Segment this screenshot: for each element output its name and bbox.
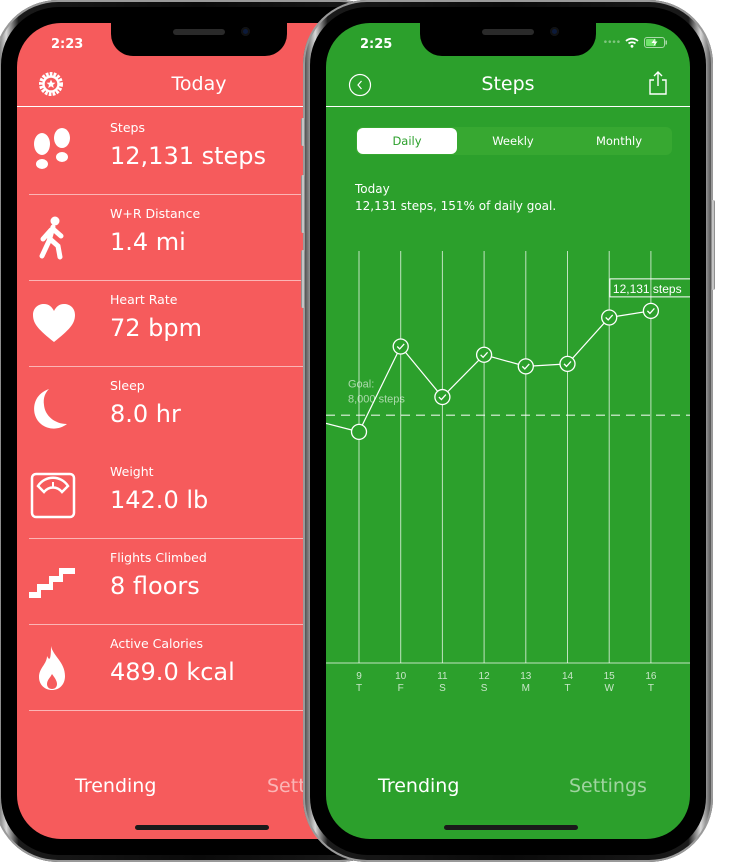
steps-screen: 2:25 •••• Steps Daily Weekly Monthly Tod… — [326, 23, 690, 839]
home-indicator[interactable] — [135, 825, 269, 830]
moon-icon — [34, 389, 67, 429]
data-point[interactable] — [601, 309, 618, 326]
power-button — [711, 200, 715, 290]
summary: Today 12,131 steps, 151% of daily goal. — [355, 181, 556, 215]
battery-charging-icon — [644, 37, 667, 48]
x-tick-label: 15 — [604, 671, 616, 682]
steps-chart[interactable]: Goal: 8,000 steps 9T10F11S12S13M14T15W16… — [326, 243, 690, 723]
data-point[interactable] — [559, 355, 576, 373]
segment-daily[interactable]: Daily — [357, 128, 457, 154]
data-point[interactable] — [350, 423, 368, 441]
period-segmented-control: Daily Weekly Monthly — [356, 127, 672, 155]
metric-label: Active Calories — [110, 636, 203, 651]
x-tick-label: 10 — [395, 671, 407, 682]
tab-trending[interactable]: Trending — [378, 775, 459, 797]
tab-settings[interactable]: Settings — [569, 775, 647, 797]
x-tick-weekday: S — [481, 683, 488, 694]
home-indicator[interactable] — [444, 825, 578, 830]
x-tick-weekday: F — [398, 683, 404, 694]
value-callout: 12,131 steps — [613, 282, 682, 296]
notch — [420, 23, 596, 56]
tab-trending[interactable]: Trending — [75, 775, 156, 797]
metric-value: 72 bpm — [110, 314, 203, 342]
x-tick-weekday: T — [356, 683, 362, 694]
metric-label: W+R Distance — [110, 206, 201, 221]
scale-icon — [30, 472, 76, 519]
x-tick-weekday: W — [604, 683, 614, 694]
signal-dots-icon: •••• — [602, 37, 621, 48]
walking-person-icon — [39, 216, 64, 260]
heart-icon — [33, 304, 75, 342]
x-tick-label: 9 — [356, 671, 362, 682]
segment-weekly[interactable]: Weekly — [460, 127, 566, 155]
footprints-icon — [34, 128, 70, 169]
metric-label: Weight — [110, 464, 154, 479]
data-point[interactable] — [475, 346, 493, 363]
data-point[interactable] — [434, 388, 451, 406]
metric-value: 8 floors — [110, 572, 200, 600]
notch — [111, 23, 287, 56]
metric-label: Sleep — [110, 378, 145, 393]
nav-title: Steps — [481, 73, 535, 95]
x-tick-label: 11 — [437, 671, 448, 682]
x-tick-label: 13 — [520, 671, 532, 682]
volume-down-button — [301, 250, 305, 308]
wifi-icon — [625, 37, 639, 48]
x-tick-weekday: T — [648, 683, 654, 694]
status-time: 2:25 — [360, 37, 393, 52]
data-point[interactable] — [517, 358, 534, 375]
metric-value: 489.0 kcal — [110, 658, 235, 686]
series-line — [326, 310, 651, 433]
phone-right: 2:25 •••• Steps Daily Weekly Monthly Tod… — [301, 0, 715, 862]
x-tick-label: 16 — [645, 671, 657, 682]
status-time: 2:23 — [51, 37, 84, 52]
metric-value: 142.0 lb — [110, 486, 209, 514]
x-tick-weekday: T — [564, 683, 570, 694]
summary-title: Today — [355, 182, 390, 196]
flame-icon — [39, 646, 65, 690]
nav-bar: Steps — [326, 63, 690, 107]
x-tick-weekday: S — [439, 683, 446, 694]
x-tick-label: 14 — [562, 671, 574, 682]
metric-value: 8.0 hr — [110, 400, 181, 428]
status-icons: •••• — [603, 37, 668, 48]
data-point[interactable] — [392, 338, 409, 355]
metric-value: 12,131 steps — [110, 142, 267, 170]
data-point[interactable] — [642, 302, 660, 320]
stairs-icon — [29, 568, 75, 598]
x-tick-weekday: M — [522, 683, 530, 694]
metric-value: 1.4 mi — [110, 228, 186, 256]
share-icon[interactable] — [648, 70, 668, 96]
summary-text: 12,131 steps, 151% of daily goal. — [355, 199, 557, 213]
divider — [326, 106, 690, 107]
volume-up-button — [301, 175, 305, 233]
goal-label: Goal: — [348, 378, 374, 390]
metric-label: Steps — [110, 120, 145, 135]
metric-label: Heart Rate — [110, 292, 178, 307]
mute-switch — [301, 118, 305, 146]
segment-monthly[interactable]: Monthly — [566, 127, 672, 155]
metric-label: Flights Climbed — [110, 550, 207, 565]
x-tick-label: 12 — [479, 671, 491, 682]
